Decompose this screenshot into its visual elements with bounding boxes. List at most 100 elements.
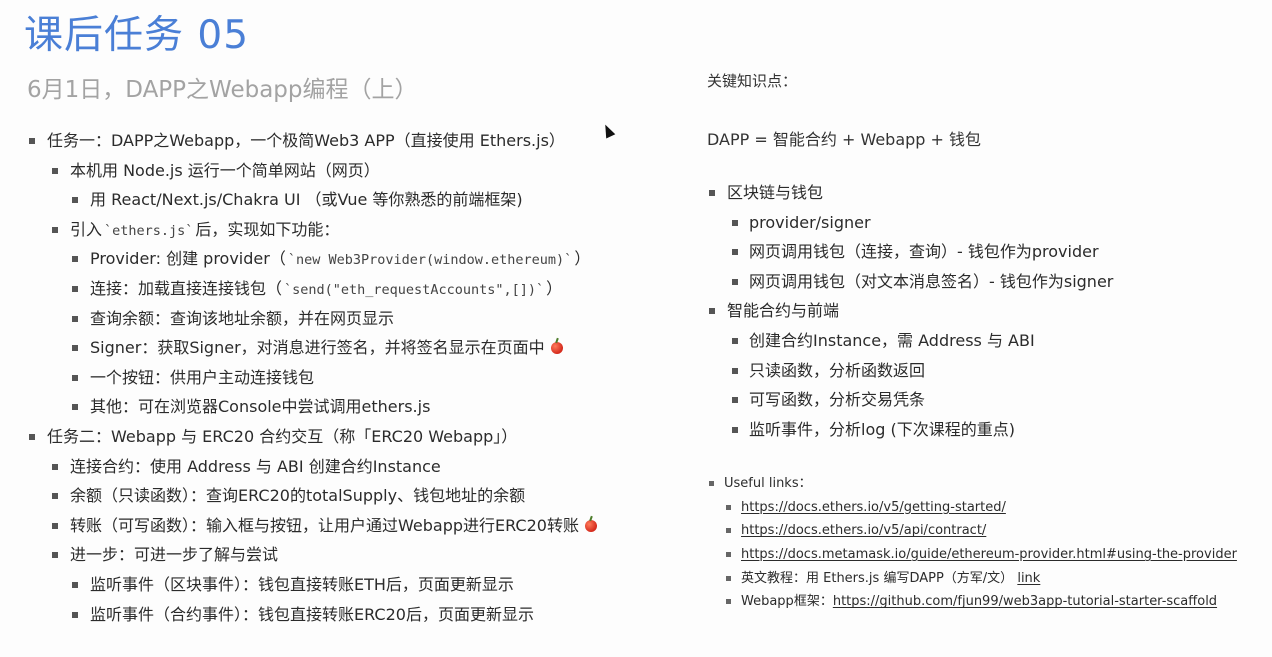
- bullet-icon: [52, 522, 58, 529]
- bullet-icon: [72, 256, 78, 263]
- list-item: 进一步：可进一步了解与尝试: [29, 540, 689, 570]
- list-item: 监听事件，分析log (下次课程的重点): [707, 415, 1247, 445]
- inline-code: `new Web3Provider(window.ethereum)`: [287, 252, 573, 269]
- task-two-subitem: 监听事件（合约事件）：钱包直接转账ERC20后，页面更新显示: [90, 604, 534, 624]
- list-item: 监听事件（区块事件）：钱包直接转账ETH后，页面更新显示: [29, 570, 689, 600]
- list-item: 用 React/Next.js/Chakra UI （或Vue 等你熟悉的前端框…: [29, 185, 689, 215]
- list-item: 本机用 Node.js 运行一个简单网站（网页）: [29, 156, 689, 186]
- list-item: https://docs.metamask.io/guide/ethereum-…: [707, 543, 1267, 567]
- bullet-icon: [726, 528, 731, 534]
- list-item: 转账（可写函数）：输入框与按钮，让用户通过Webapp进行ERC20转账: [29, 511, 689, 541]
- list-item: Webapp框架：https://github.com/fjun99/web3a…: [707, 590, 1267, 614]
- bullet-icon: [726, 599, 731, 605]
- list-item: 查询余额：查询该地址余额，并在网页显示: [29, 304, 689, 334]
- key-point-item: 网页调用钱包（连接，查询）- 钱包作为provider: [749, 242, 1099, 262]
- bullet-icon: [72, 581, 78, 588]
- task-one-subitem: 一个按钮：供用户主动连接钱包: [90, 367, 315, 387]
- text-fragment: Signer：获取Signer，对消息进行签名，并将签名显示在页面中: [90, 338, 545, 358]
- text-fragment: ）: [546, 278, 563, 298]
- key-points-label: 关键知识点：: [707, 72, 798, 90]
- list-item: 任务一：DAPP之Webapp，一个极简Web3 APP（直接使用 Ethers…: [29, 126, 689, 156]
- text-fragment: 转账（可写函数）：输入框与按钮，让用户通过Webapp进行ERC20转账: [70, 515, 579, 535]
- key-points-list: 区块链与钱包 provider/signer 网页调用钱包（连接，查询）- 钱包…: [707, 178, 1247, 444]
- list-item: Provider: 创建 provider（ `new Web3Provider(…: [29, 244, 689, 274]
- dapp-equation: DAPP = 智能合约 + Webapp + 钱包: [707, 130, 982, 149]
- red-apple-icon: [550, 342, 563, 355]
- list-item: Useful links：: [707, 472, 1267, 496]
- bullet-icon: [709, 308, 715, 315]
- link-metamask-provider[interactable]: https://docs.metamask.io/guide/ethereum-…: [741, 547, 1237, 562]
- task-one-subitem: 连接：加载直接连接钱包（ `send("eth_requestAccounts",…: [90, 274, 562, 306]
- link-scaffold[interactable]: https://github.com/fjun99/web3app-tutori…: [833, 594, 1217, 609]
- task-two-item: 转账（可写函数）：输入框与按钮，让用户通过Webapp进行ERC20转账: [70, 511, 597, 541]
- task-one-subitem: Provider: 创建 provider（ `new Web3Provider(…: [90, 244, 590, 276]
- list-item: 只读函数，分析函数返回: [707, 356, 1247, 386]
- bullet-icon: [732, 426, 738, 433]
- list-item: 英文教程：用 Ethers.js 编写DAPP（方军/文） link: [707, 567, 1267, 591]
- bullet-icon: [72, 315, 78, 322]
- bullet-icon: [52, 167, 58, 174]
- task-two-item: 连接合约：使用 Address 与 ABI 创建合约Instance: [70, 456, 441, 476]
- scaffold-label: Webapp框架：: [741, 594, 833, 610]
- tutorial-label: 英文教程：用 Ethers.js 编写DAPP（方军/文）: [741, 570, 1014, 586]
- bullet-icon: [732, 219, 738, 226]
- red-apple-icon: [584, 519, 597, 532]
- bullet-icon: [29, 433, 35, 440]
- task-two-subitem: 监听事件（区块事件）：钱包直接转账ETH后，页面更新显示: [90, 574, 514, 594]
- list-item: 连接：加载直接连接钱包（ `send("eth_requestAccounts",…: [29, 274, 689, 304]
- bullet-icon: [709, 190, 715, 196]
- list-item: 可写函数，分析交易凭条: [707, 385, 1247, 415]
- bullet-icon: [732, 367, 738, 374]
- text-fragment: 引入: [70, 219, 103, 239]
- text-fragment: ）: [574, 249, 591, 269]
- task-list: 任务一：DAPP之Webapp，一个极简Web3 APP（直接使用 Ethers…: [29, 126, 689, 629]
- inline-code: `send("eth_requestAccounts",[])`: [284, 281, 545, 298]
- list-item: 其他：可在浏览器Console中尝试调用ethers.js: [29, 392, 689, 422]
- bullet-icon: [72, 611, 78, 618]
- bullet-icon: [72, 404, 78, 411]
- list-item: 区块链与钱包: [707, 178, 1247, 208]
- task-two-title: 任务二：Webapp 与 ERC20 合约交互（称「ERC20 Webapp」）: [47, 426, 518, 446]
- task-one-title: 任务一：DAPP之Webapp，一个极简Web3 APP（直接使用 Ethers…: [47, 131, 565, 150]
- bullet-icon: [72, 374, 78, 381]
- list-item: 余额（只读函数）：查询ERC20的totalSupply、钱包地址的余额: [29, 481, 689, 511]
- list-item: 创建合约Instance，需 Address 与 ABI: [707, 326, 1247, 356]
- key-point-item: 创建合约Instance，需 Address 与 ABI: [749, 330, 1035, 350]
- bullet-icon: [29, 138, 35, 144]
- list-item: https://docs.ethers.io/v5/api/contract/: [707, 519, 1267, 543]
- list-item: 网页调用钱包（连接，查询）- 钱包作为provider: [707, 237, 1247, 267]
- bullet-icon: [72, 285, 78, 292]
- bullet-icon: [72, 345, 78, 352]
- bullet-icon: [726, 575, 731, 581]
- page-title: 课后任务 05: [24, 13, 250, 58]
- list-item: https://docs.ethers.io/v5/getting-starte…: [707, 496, 1267, 520]
- list-item: 引入 `ethers.js` 后，实现如下功能：: [29, 215, 689, 245]
- bullet-icon: [732, 337, 738, 344]
- key-point-item: provider/signer: [749, 212, 871, 232]
- list-item: 连接合约：使用 Address 与 ABI 创建合约Instance: [29, 452, 689, 482]
- bullet-icon: [732, 397, 738, 404]
- task-two-item: 余额（只读函数）：查询ERC20的totalSupply、钱包地址的余额: [70, 486, 526, 506]
- bullet-icon: [732, 278, 738, 285]
- task-one-subitem: 查询余额：查询该地址余额，并在网页显示: [90, 308, 395, 328]
- list-item: 一个按钮：供用户主动连接钱包: [29, 363, 689, 393]
- text-fragment: 连接：加载直接连接钱包（: [90, 278, 283, 298]
- key-point-item: 监听事件，分析log (下次课程的重点): [749, 419, 1015, 439]
- task-one-item: 本机用 Node.js 运行一个简单网站（网页）: [70, 160, 380, 180]
- link-ethers-contract[interactable]: https://docs.ethers.io/v5/api/contract/: [741, 523, 986, 538]
- list-item: 任务二：Webapp 与 ERC20 合约交互（称「ERC20 Webapp」）: [29, 422, 689, 452]
- list-item: provider/signer: [707, 208, 1247, 238]
- bullet-icon: [726, 504, 731, 510]
- link-tutorial[interactable]: link: [1017, 571, 1040, 586]
- key-point-item: 只读函数，分析函数返回: [749, 360, 926, 380]
- bullet-icon: [52, 493, 58, 500]
- text-fragment: Provider: 创建 provider（: [90, 249, 286, 269]
- list-item: 智能合约与前端: [707, 296, 1247, 326]
- bullet-icon: [72, 197, 78, 204]
- bullet-icon: [732, 249, 738, 256]
- key-point-title: 区块链与钱包: [727, 183, 824, 202]
- bullet-icon: [726, 552, 731, 558]
- page-subtitle: 6月1日，DAPP之Webapp编程（上）: [27, 77, 418, 103]
- link-ethers-getting-started[interactable]: https://docs.ethers.io/v5/getting-starte…: [741, 500, 1006, 515]
- list-item: 网页调用钱包（对文本消息签名）- 钱包作为signer: [707, 267, 1247, 297]
